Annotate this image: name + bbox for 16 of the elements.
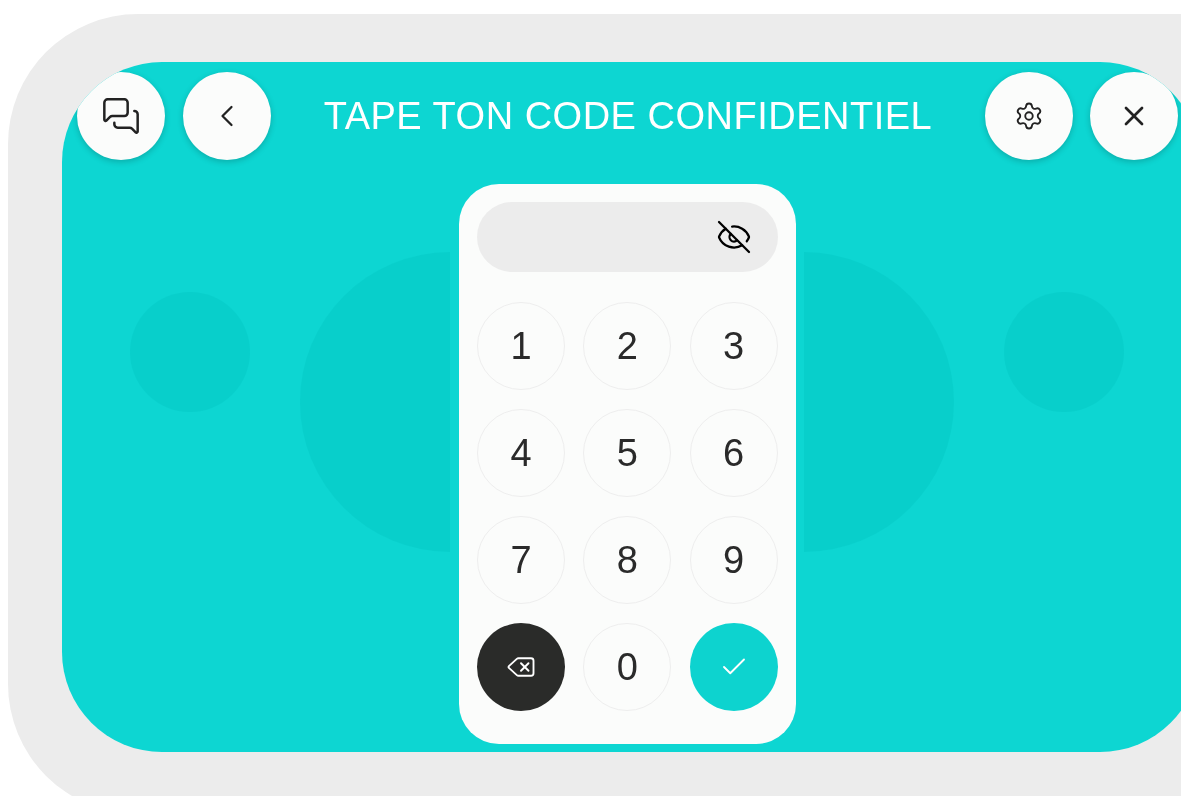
eye-slash-icon[interactable] xyxy=(716,219,752,255)
digit-key[interactable]: 9 xyxy=(689,516,778,604)
digit-key[interactable]: 1 xyxy=(477,302,565,390)
digit-key[interactable]: 8 xyxy=(583,516,672,604)
screen-title: TAPE TON CODE CONFIDENTIEL xyxy=(323,93,933,139)
settings-icon xyxy=(1014,101,1044,131)
digit-key[interactable]: 5 xyxy=(583,409,672,497)
digit-key[interactable]: 4 xyxy=(477,409,565,497)
digit-key[interactable]: 3 xyxy=(689,302,778,390)
digit-key[interactable]: 2 xyxy=(583,302,672,390)
settings-button[interactable] xyxy=(985,72,1073,160)
digit-key[interactable]: 6 xyxy=(689,409,778,497)
chat-bubbles-icon xyxy=(101,96,141,136)
digit-key[interactable]: 0 xyxy=(583,623,672,711)
close-button[interactable] xyxy=(1090,72,1178,160)
digit-key[interactable]: 7 xyxy=(477,516,565,604)
